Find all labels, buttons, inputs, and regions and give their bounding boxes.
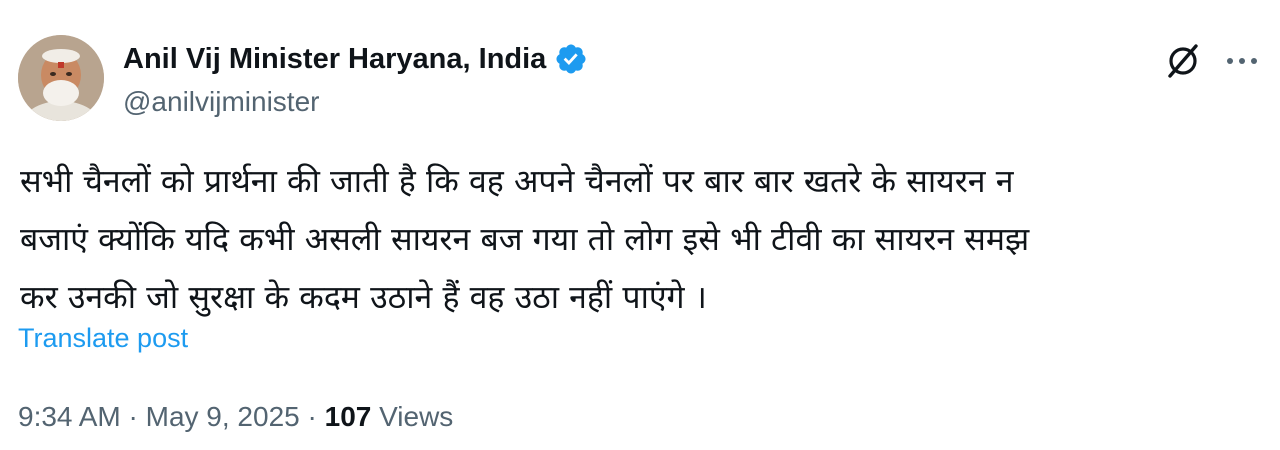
post-time[interactable]: 9:34 AM <box>18 401 121 432</box>
post-text-line: सभी चैनलों को प्रार्थना की जाती है कि वह… <box>20 162 1014 200</box>
avatar[interactable] <box>18 35 104 121</box>
post-text-line: बजाएं क्योंकि यदि कभी असली सायरन बज गया … <box>20 220 1030 258</box>
verified-badge-icon <box>556 44 586 74</box>
author-handle[interactable]: @anilvijminister <box>123 84 319 120</box>
post-text-line: कर उनकी जो सुरक्षा के कदम उठाने हैं वह उ… <box>20 278 707 316</box>
post-text: सभी चैनलों को प्रार्थना की जाती है कि वह… <box>20 152 1240 326</box>
avatar-image <box>18 35 104 121</box>
meta-separator: · <box>307 401 317 432</box>
views-label: Views <box>379 401 454 432</box>
meta-separator: · <box>128 401 138 432</box>
author-display-name[interactable]: Anil Vij Minister Haryana, India <box>123 40 546 78</box>
post-meta: 9:34 AM · May 9, 2025 · 107 Views <box>18 398 453 436</box>
views-count: 107 <box>324 401 372 432</box>
grok-icon[interactable] <box>1162 40 1204 82</box>
post-date[interactable]: May 9, 2025 <box>146 401 300 432</box>
author-name-row: Anil Vij Minister Haryana, India <box>123 40 588 78</box>
translate-post-link[interactable]: Translate post <box>18 320 188 356</box>
more-options-icon[interactable] <box>1222 44 1262 78</box>
